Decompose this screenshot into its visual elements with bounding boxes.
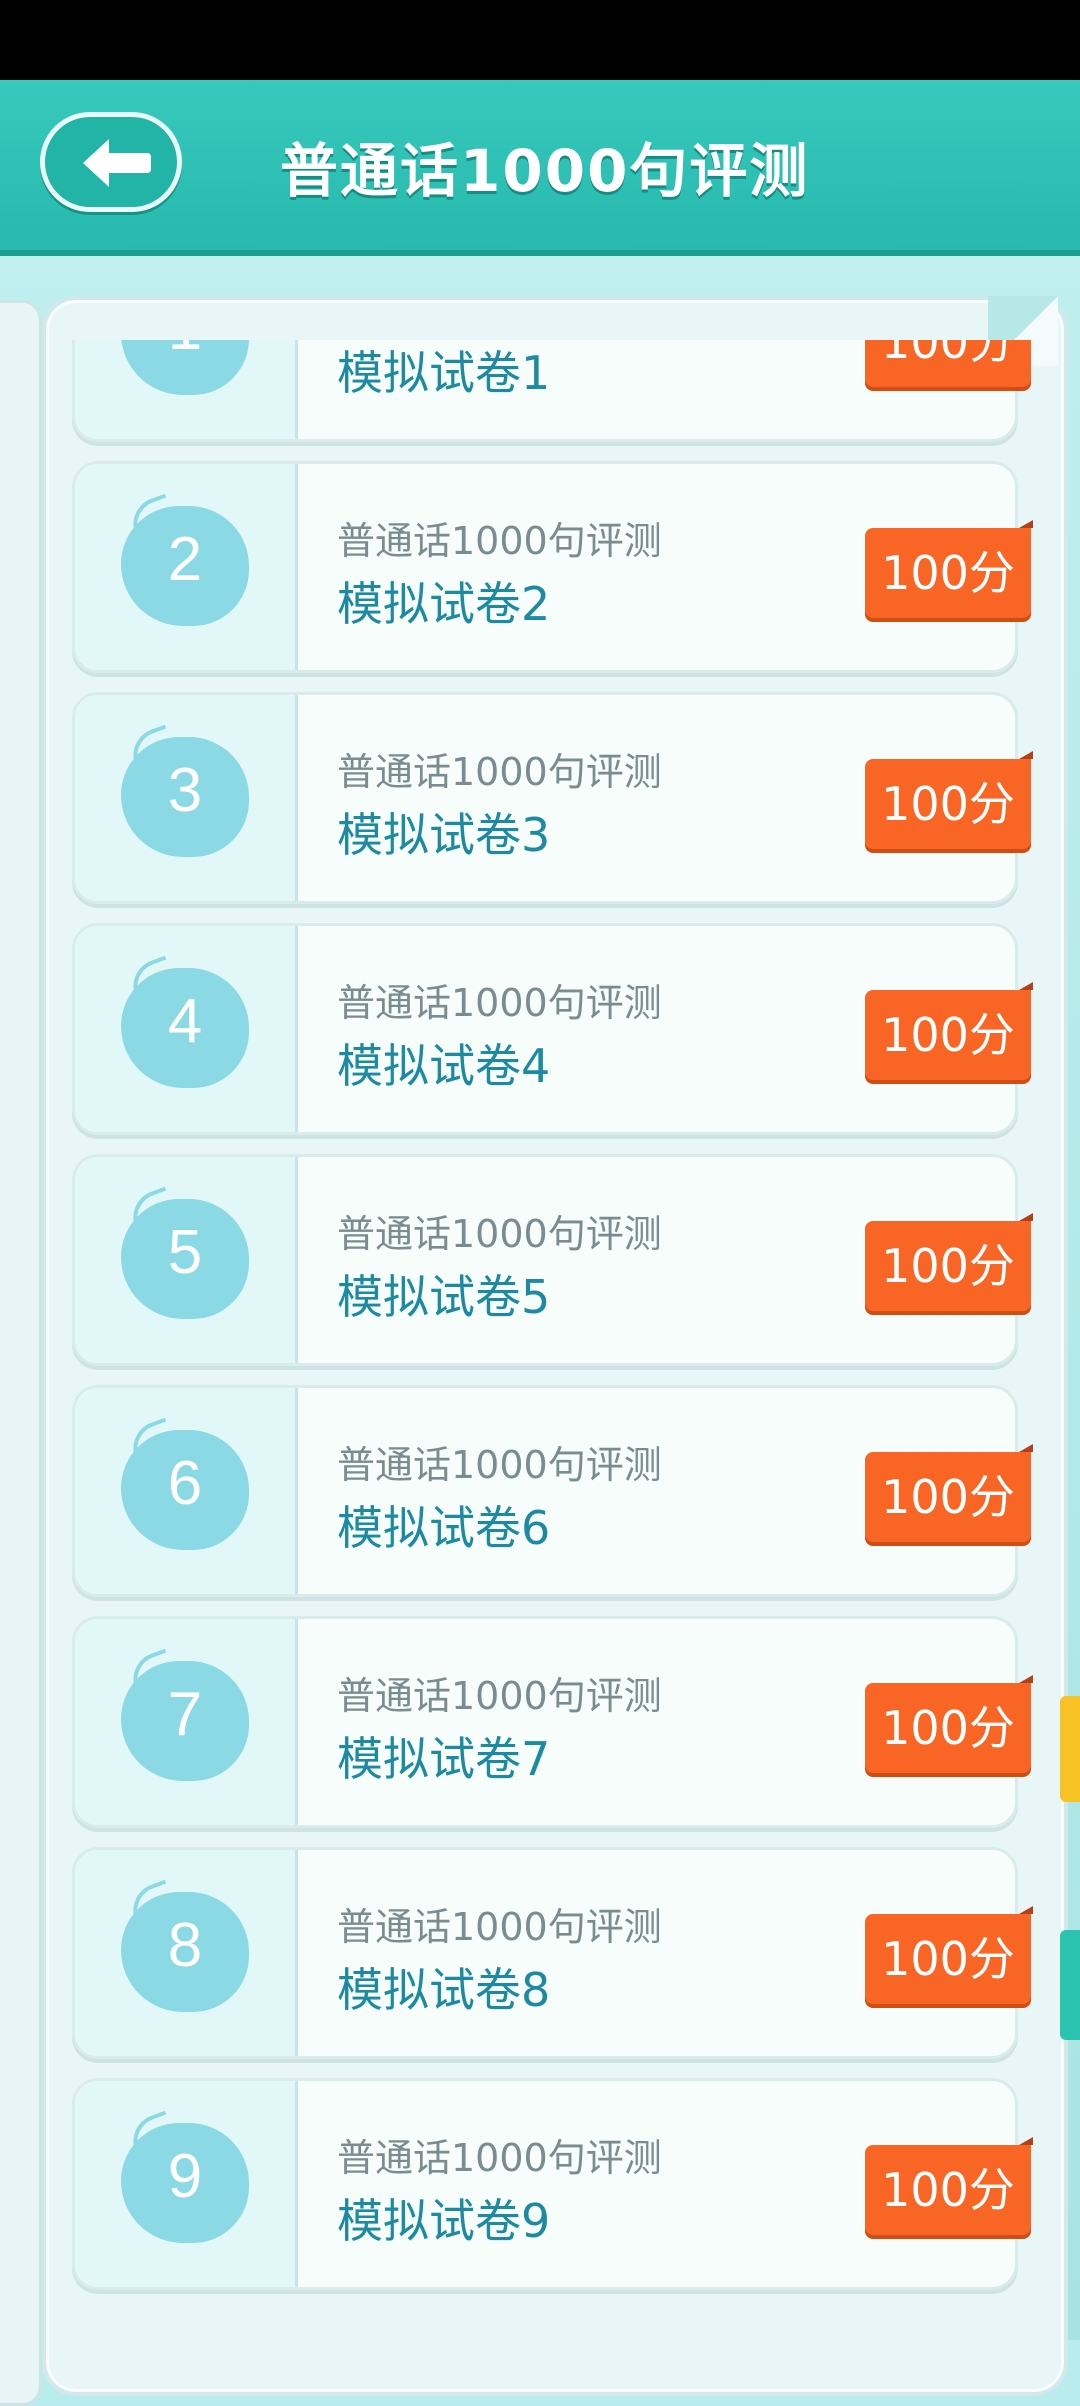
exam-number: 8 <box>167 1911 203 1980</box>
exam-subtitle: 普通话1000句评测 <box>337 981 662 1025</box>
exam-name: 模拟试卷8 <box>337 1963 551 2017</box>
score-badge: 100分 <box>865 990 1031 1080</box>
exam-number: 6 <box>167 1449 203 1518</box>
exam-number-column: 2 <box>75 464 298 670</box>
exam-name: 模拟试卷4 <box>337 1039 551 1093</box>
exam-subtitle: 普通话1000句评测 <box>337 2136 662 2180</box>
exam-number-column: 6 <box>75 1388 298 1594</box>
exam-card[interactable]: 6 普通话1000句评测模拟试卷6 100分 <box>72 1385 1031 1597</box>
number-badge: 8 <box>121 1879 249 2012</box>
number-badge: 3 <box>121 724 249 857</box>
score-badge: 100分 <box>865 759 1031 849</box>
status-bar <box>0 0 1080 80</box>
exam-subtitle: 普通话1000句评测 <box>337 750 662 794</box>
exam-number-column: 3 <box>75 695 298 901</box>
exam-name: 模拟试卷3 <box>337 808 551 862</box>
exam-number: 3 <box>167 756 203 825</box>
side-tab-yellow[interactable] <box>1060 1696 1080 1802</box>
score-badge: 100分 <box>865 528 1031 618</box>
back-arrow-icon <box>83 139 151 187</box>
exam-number-column: 1 <box>75 340 298 439</box>
exam-name: 模拟试卷6 <box>337 1501 551 1555</box>
exam-subtitle: 普通话1000句评测 <box>337 519 662 563</box>
exam-name: 模拟试卷7 <box>337 1732 551 1786</box>
score-badge: 100分 <box>865 2145 1031 2235</box>
exam-number: 4 <box>167 987 203 1056</box>
exam-subtitle: 普通话1000句评测 <box>337 1212 662 1256</box>
exam-number: 1 <box>121 340 249 364</box>
number-badge: 5 <box>121 1186 249 1319</box>
exam-subtitle: 普通话1000句评测 <box>337 1905 662 1949</box>
number-badge: 7 <box>121 1648 249 1781</box>
exam-number: 7 <box>167 1680 203 1749</box>
exam-number-column: 7 <box>75 1619 298 1825</box>
back-button[interactable] <box>40 112 182 212</box>
exam-number-column: 4 <box>75 926 298 1132</box>
exam-card[interactable]: 5 普通话1000句评测模拟试卷5 100分 <box>72 1154 1031 1366</box>
number-badge: 9 <box>121 2110 249 2243</box>
exam-number-column: 5 <box>75 1157 298 1363</box>
score-badge: 100分 <box>865 1683 1031 1773</box>
number-badge: 4 <box>121 955 249 1088</box>
left-panel-edge <box>0 300 42 2406</box>
exam-card[interactable]: 9 普通话1000句评测模拟试卷9 100分 <box>72 2078 1031 2290</box>
exam-card[interactable]: 2 普通话1000句评测模拟试卷2 100分 <box>72 461 1031 673</box>
exam-name: 模拟试卷5 <box>337 1270 551 1324</box>
number-badge: 1 <box>121 340 249 395</box>
exam-card[interactable]: 3 普通话1000句评测模拟试卷3 100分 <box>72 692 1031 904</box>
exam-number: 2 <box>167 525 203 594</box>
exam-number: 5 <box>167 1218 203 1287</box>
page-title: 普通话1000句评测 <box>280 137 810 205</box>
number-badge: 6 <box>121 1417 249 1550</box>
exam-list[interactable]: 1普通话1000句评测模拟试卷1100分2普通话1000句评测模拟试卷2100分… <box>60 340 1060 2340</box>
exam-card[interactable]: 8 普通话1000句评测模拟试卷8 100分 <box>72 1847 1031 2059</box>
exam-number: 9 <box>167 2142 203 2211</box>
number-badge: 2 <box>121 493 249 626</box>
score-badge: 100分 <box>865 1221 1031 1311</box>
exam-name: 模拟试卷2 <box>337 577 551 631</box>
exam-name: 模拟试卷9 <box>337 2194 551 2248</box>
exam-card[interactable]: 4 普通话1000句评测模拟试卷4 100分 <box>72 923 1031 1135</box>
score-badge: 100分 <box>865 340 1031 387</box>
exam-number-column: 8 <box>75 1850 298 2056</box>
header-bar: 普通话1000句评测 <box>0 80 1080 256</box>
score-badge: 100分 <box>865 1452 1031 1542</box>
side-tab-green[interactable] <box>1060 1930 1080 2040</box>
exam-card[interactable]: 1普通话1000句评测模拟试卷1100分 <box>72 340 1031 442</box>
exam-number-column: 9 <box>75 2081 298 2287</box>
exam-subtitle: 普通话1000句评测 <box>337 1443 662 1487</box>
exam-name: 模拟试卷1 <box>337 346 551 400</box>
score-badge: 100分 <box>865 1914 1031 2004</box>
exam-subtitle: 普通话1000句评测 <box>337 1674 662 1718</box>
exam-card[interactable]: 7 普通话1000句评测模拟试卷7 100分 <box>72 1616 1031 1828</box>
